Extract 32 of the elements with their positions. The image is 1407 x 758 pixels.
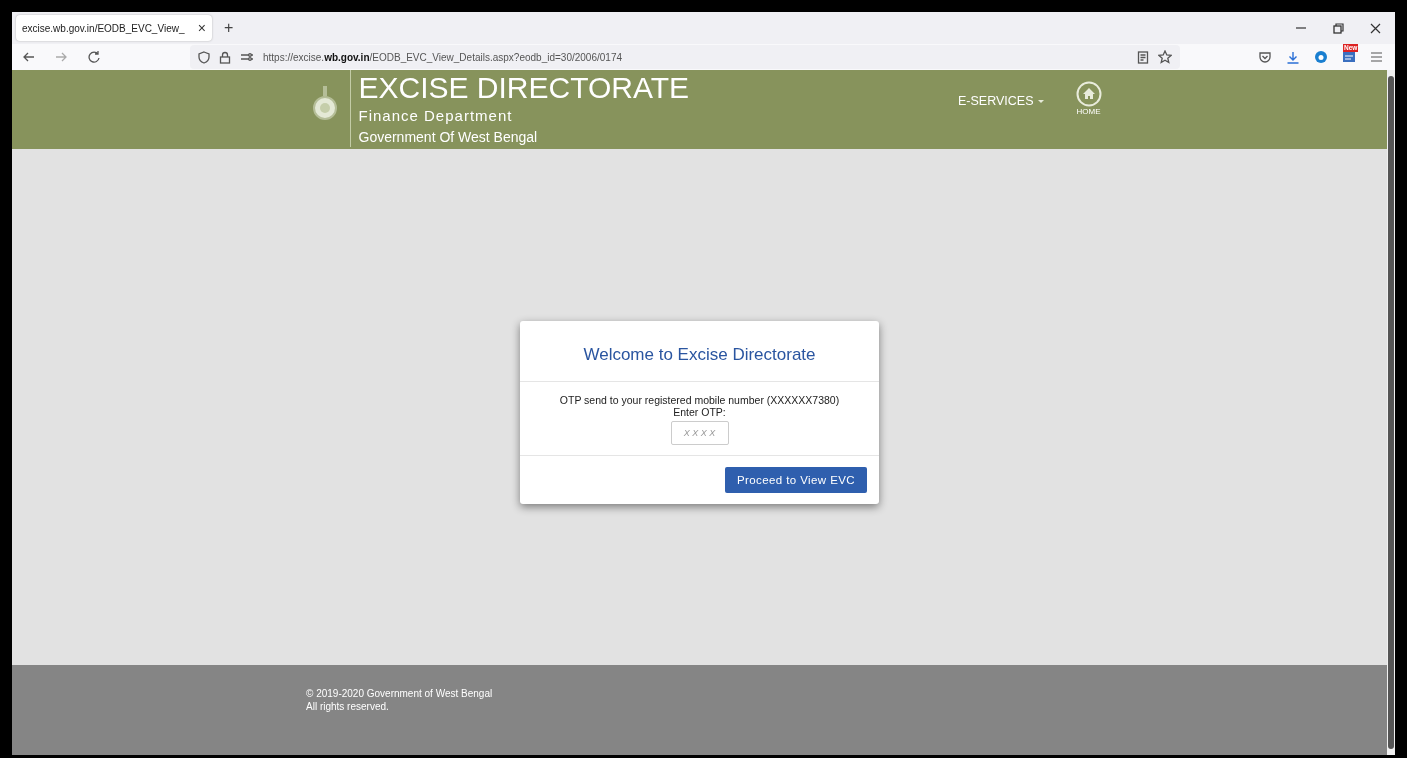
site-tagline: Government Of West Bengal xyxy=(358,128,539,147)
reader-view-icon[interactable] xyxy=(1137,50,1149,64)
shield-icon xyxy=(198,50,210,64)
tab-title: excise.wb.gov.in/EODB_EVC_View_ xyxy=(22,22,186,34)
lock-icon xyxy=(219,50,231,64)
home-icon xyxy=(1075,81,1102,107)
tab-close-button[interactable]: × xyxy=(197,20,206,36)
bookmark-star-icon[interactable] xyxy=(1158,50,1172,64)
otp-input-field[interactable]: X X X X xyxy=(670,420,729,445)
otp-label: Enter OTP: xyxy=(673,405,726,418)
permissions-icon xyxy=(240,51,254,63)
caret-icon xyxy=(1037,99,1044,103)
download-icon[interactable] xyxy=(1286,50,1300,64)
dialog-title: Welcome to Excise Directorate xyxy=(520,320,879,382)
newspaper-icon[interactable] xyxy=(1342,50,1356,64)
pocket-icon[interactable] xyxy=(1258,50,1272,64)
close-icon[interactable] xyxy=(1370,22,1381,34)
restore-icon[interactable] xyxy=(1333,22,1344,34)
site-subtitle: Finance Department xyxy=(358,106,514,126)
new-tab-button[interactable]: + xyxy=(220,19,238,37)
scrollbar-thumb[interactable] xyxy=(1388,76,1394,749)
address-bar[interactable]: https://excise.wb.gov.in/EODB_EVC_View_Details.aspx?eodb_id=30/2006/0174 xyxy=(190,45,1180,69)
forward-icon xyxy=(55,51,68,63)
url-text[interactable]: https://excise.wb.gov.in/EODB_EVC_View_Details.aspx?eodb_id=30/2006/0174 xyxy=(263,51,1128,63)
site-title: EXCISE DIRECTORATE xyxy=(358,71,690,105)
browser-tab[interactable]: excise.wb.gov.in/EODB_EVC_View_ × xyxy=(16,15,212,41)
proceed-button[interactable]: Proceed to View EVC xyxy=(725,466,867,493)
reload-icon[interactable] xyxy=(88,51,100,63)
back-icon[interactable] xyxy=(22,51,35,63)
otp-message: OTP send to your registered mobile number (XXXXXX7380) xyxy=(559,393,840,406)
copyright-text: © 2019-2020 Government of West Bengal xyxy=(306,687,494,700)
rights-text: All rights reserved. xyxy=(306,700,390,713)
